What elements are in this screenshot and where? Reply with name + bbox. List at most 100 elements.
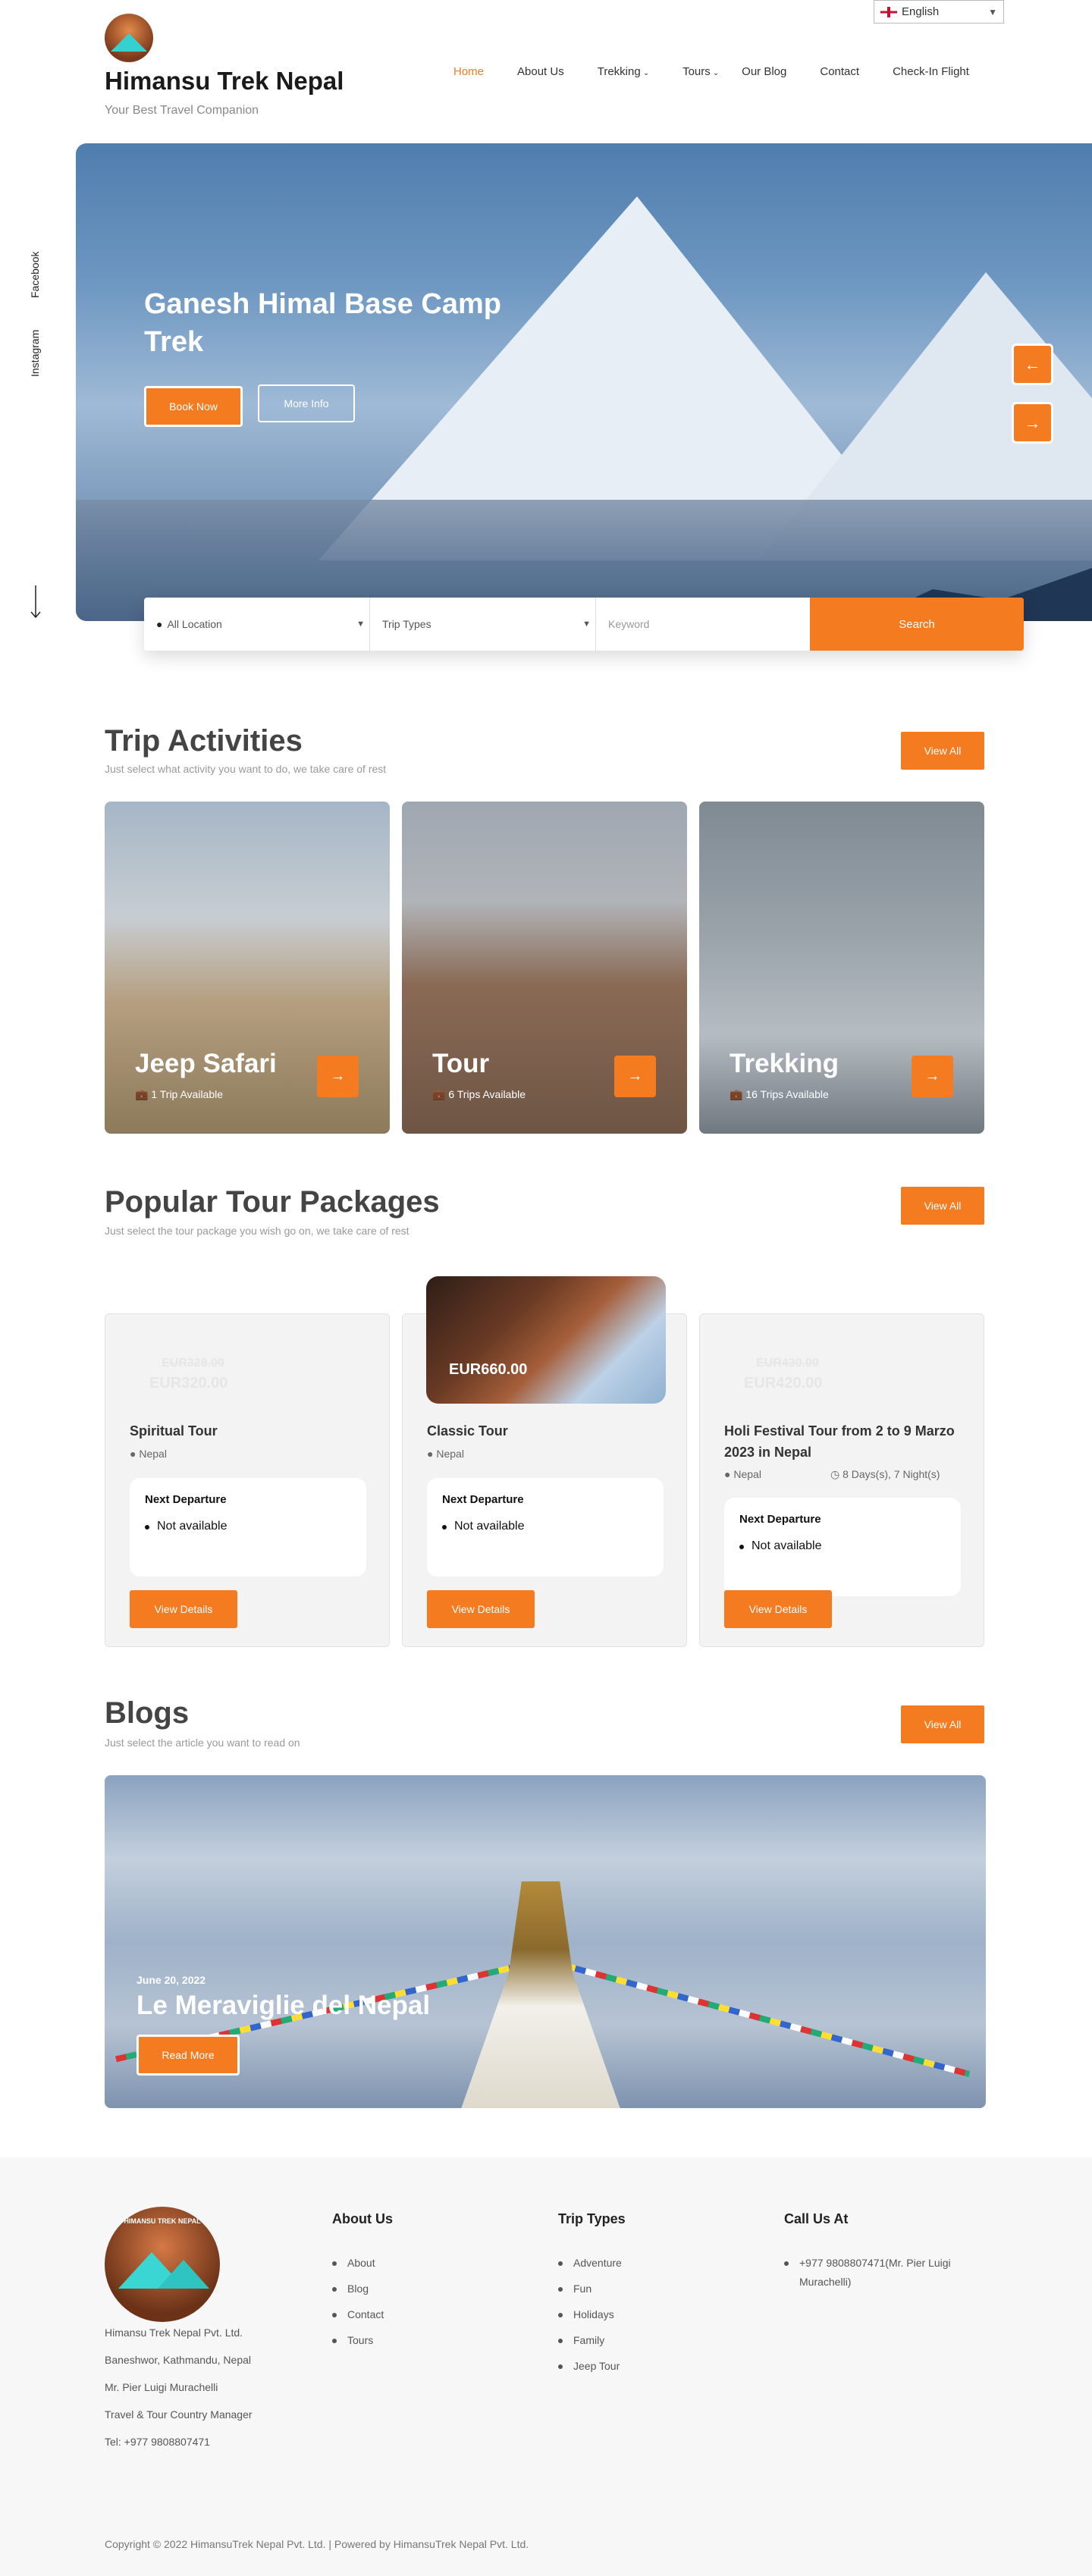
read-more-button[interactable]: Read More (136, 2035, 240, 2076)
activity-card-trekking[interactable]: Trekking 💼 16 Trips Available → (699, 802, 984, 1134)
blog-date: June 20, 2022 (136, 1974, 206, 1986)
footer-person: Mr. Pier Luigi Murachelli (105, 2381, 218, 2393)
nav-trekking-label: Trekking (597, 65, 641, 78)
view-details-button[interactable]: View Details (724, 1590, 832, 1628)
nav-tours[interactable]: Tours ⌄ (682, 65, 719, 78)
next-departure-value: Not available (739, 1539, 946, 1553)
nav-about[interactable]: About Us (517, 65, 564, 78)
arrow-right-icon: → (924, 1068, 940, 1084)
blog-title[interactable]: Le Meraviglie del Nepal (136, 1991, 430, 2021)
language-select[interactable]: English ▼ (874, 0, 1004, 24)
packages-view-all-button[interactable]: View All (901, 1187, 984, 1225)
package-price: EUR660.00 (449, 1361, 528, 1378)
activity-go-button[interactable]: → (912, 1056, 953, 1097)
package-card-spiritual-tour[interactable]: EUR328.00 EUR320.00 Spiritual Tour ● Nep… (105, 1313, 390, 1647)
blogs-view-all-button[interactable]: View All (901, 1705, 984, 1743)
next-departure-label: Next Departure (739, 1513, 821, 1526)
activity-card-jeep-safari[interactable]: Jeep Safari 💼 1 Trip Available → (105, 802, 390, 1134)
footer-link-fun[interactable]: Fun (558, 2283, 592, 2295)
nav-checkin[interactable]: Check-In Flight (893, 65, 969, 78)
footer-about-heading: About Us (332, 2211, 393, 2226)
chevron-down-icon: ▼ (582, 620, 591, 629)
footer-trip-types-heading: Trip Types (558, 2211, 626, 2226)
trip-types-value: Trip Types (382, 618, 431, 630)
package-location: ● Nepal (130, 1448, 167, 1460)
logo[interactable] (105, 14, 153, 62)
package-location: ● Nepal (427, 1448, 464, 1460)
site-tagline: Your Best Travel Companion (105, 104, 259, 117)
footer-company: Himansu Trek Nepal Pvt. Ltd. (105, 2327, 243, 2339)
map-pin-icon: ● (156, 618, 163, 630)
footer-phone-line1: +977 9808807471(Mr. Pier Luigi (799, 2257, 951, 2269)
arrow-left-icon: ← (1024, 354, 1041, 374)
footer-link-adventure[interactable]: Adventure (558, 2257, 622, 2269)
footer-logo: HIMANSU TREK NEPAL (105, 2207, 220, 2322)
footer-link-contact[interactable]: Contact (332, 2308, 384, 2320)
book-now-button[interactable]: Book Now (144, 386, 243, 427)
next-departure-box: Next Departure Not available (724, 1498, 961, 1596)
package-price: EUR420.00 (744, 1375, 823, 1392)
chevron-down-icon: ⌄ (642, 69, 650, 77)
package-name[interactable]: Holi Festival Tour from 2 to 9 Marzo 202… (724, 1420, 967, 1463)
location-value: All Location (167, 618, 222, 630)
activity-count-text: 16 Trips Available (745, 1088, 829, 1100)
view-details-button[interactable]: View Details (130, 1590, 237, 1628)
search-button[interactable]: Search (810, 598, 1024, 651)
package-image[interactable]: EUR660.00 (426, 1276, 666, 1404)
package-duration: ◷ 8 Days(s), 7 Night(s) (830, 1468, 940, 1480)
footer-phone-link[interactable]: +977 9808807471(Mr. Pier Luigi Murachell… (784, 2257, 951, 2295)
packages-title: Popular Tour Packages (105, 1185, 440, 1219)
package-location-text: Nepal (436, 1448, 464, 1460)
footer-link-about[interactable]: About (332, 2257, 375, 2269)
footer-tel: Tel: +977 9808807471 (105, 2436, 210, 2448)
activity-go-button[interactable]: → (614, 1056, 656, 1097)
nav-blog[interactable]: Our Blog (742, 65, 786, 78)
package-name[interactable]: Classic Tour (427, 1420, 670, 1442)
keyword-input[interactable]: Keyword (596, 598, 810, 651)
footer-link-jeep-tour[interactable]: Jeep Tour (558, 2360, 620, 2372)
copyright: Copyright © 2022 HimansuTrek Nepal Pvt. … (105, 2538, 529, 2550)
footer-role: Travel & Tour Country Manager (105, 2408, 253, 2421)
blog-image-stupa (461, 1881, 620, 2108)
facebook-link[interactable]: Facebook (29, 252, 41, 298)
next-departure-label: Next Departure (442, 1493, 524, 1506)
instagram-link[interactable]: Instagram (29, 330, 41, 377)
slider-next-button[interactable]: → (1012, 402, 1053, 444)
nav-tours-label: Tours (682, 65, 711, 78)
site-title[interactable]: Himansu Trek Nepal (105, 67, 344, 96)
chevron-down-icon: ▼ (988, 6, 997, 17)
language-label: English (902, 5, 940, 18)
package-location: ● Nepal (724, 1468, 761, 1480)
chevron-down-icon: ▼ (356, 620, 365, 629)
package-name[interactable]: Spiritual Tour (130, 1420, 372, 1442)
activity-go-button[interactable]: → (317, 1056, 359, 1097)
blogs-subtitle: Just select the article you want to read… (105, 1737, 300, 1749)
slider-prev-button[interactable]: ← (1012, 344, 1053, 385)
hero-title: Ganesh Himal Base Camp Trek (144, 288, 501, 358)
activities-view-all-button[interactable]: View All (901, 732, 984, 770)
footer: HIMANSU TREK NEPAL (0, 2157, 1092, 2576)
package-card-holi-festival[interactable]: EUR430.00 EUR420.00 Holi Festival Tour f… (699, 1313, 984, 1647)
activity-count: 💼 1 Trip Available (135, 1088, 224, 1100)
package-old-price: EUR328.00 (162, 1357, 224, 1370)
blog-card[interactable]: June 20, 2022 Le Meraviglie del Nepal Re… (105, 1775, 986, 2108)
more-info-button[interactable]: More Info (258, 384, 355, 422)
footer-link-holidays[interactable]: Holidays (558, 2308, 614, 2320)
view-details-button[interactable]: View Details (427, 1590, 535, 1628)
nav-home[interactable]: Home (453, 65, 484, 78)
footer-phone-line2: Murachelli) (799, 2276, 852, 2288)
footer-logo-text: HIMANSU TREK NEPAL (124, 2217, 201, 2225)
activities-subtitle: Just select what activity you want to do… (105, 763, 387, 775)
nav-contact[interactable]: Contact (820, 65, 859, 78)
arrow-right-icon: → (1024, 413, 1041, 432)
location-select[interactable]: ● All Location ▼ (144, 598, 370, 651)
nav-trekking[interactable]: Trekking ⌄ (598, 65, 649, 78)
activity-card-tour[interactable]: Tour 💼 6 Trips Available → (402, 802, 687, 1134)
next-departure-box: Next Departure Not available (427, 1478, 664, 1577)
footer-link-tours[interactable]: Tours (332, 2334, 373, 2346)
trip-types-select[interactable]: Trip Types ▼ (370, 598, 596, 651)
footer-link-blog[interactable]: Blog (332, 2283, 369, 2295)
arrow-right-icon: → (330, 1068, 346, 1084)
scroll-down-icon[interactable] (30, 585, 41, 619)
footer-link-family[interactable]: Family (558, 2334, 604, 2346)
